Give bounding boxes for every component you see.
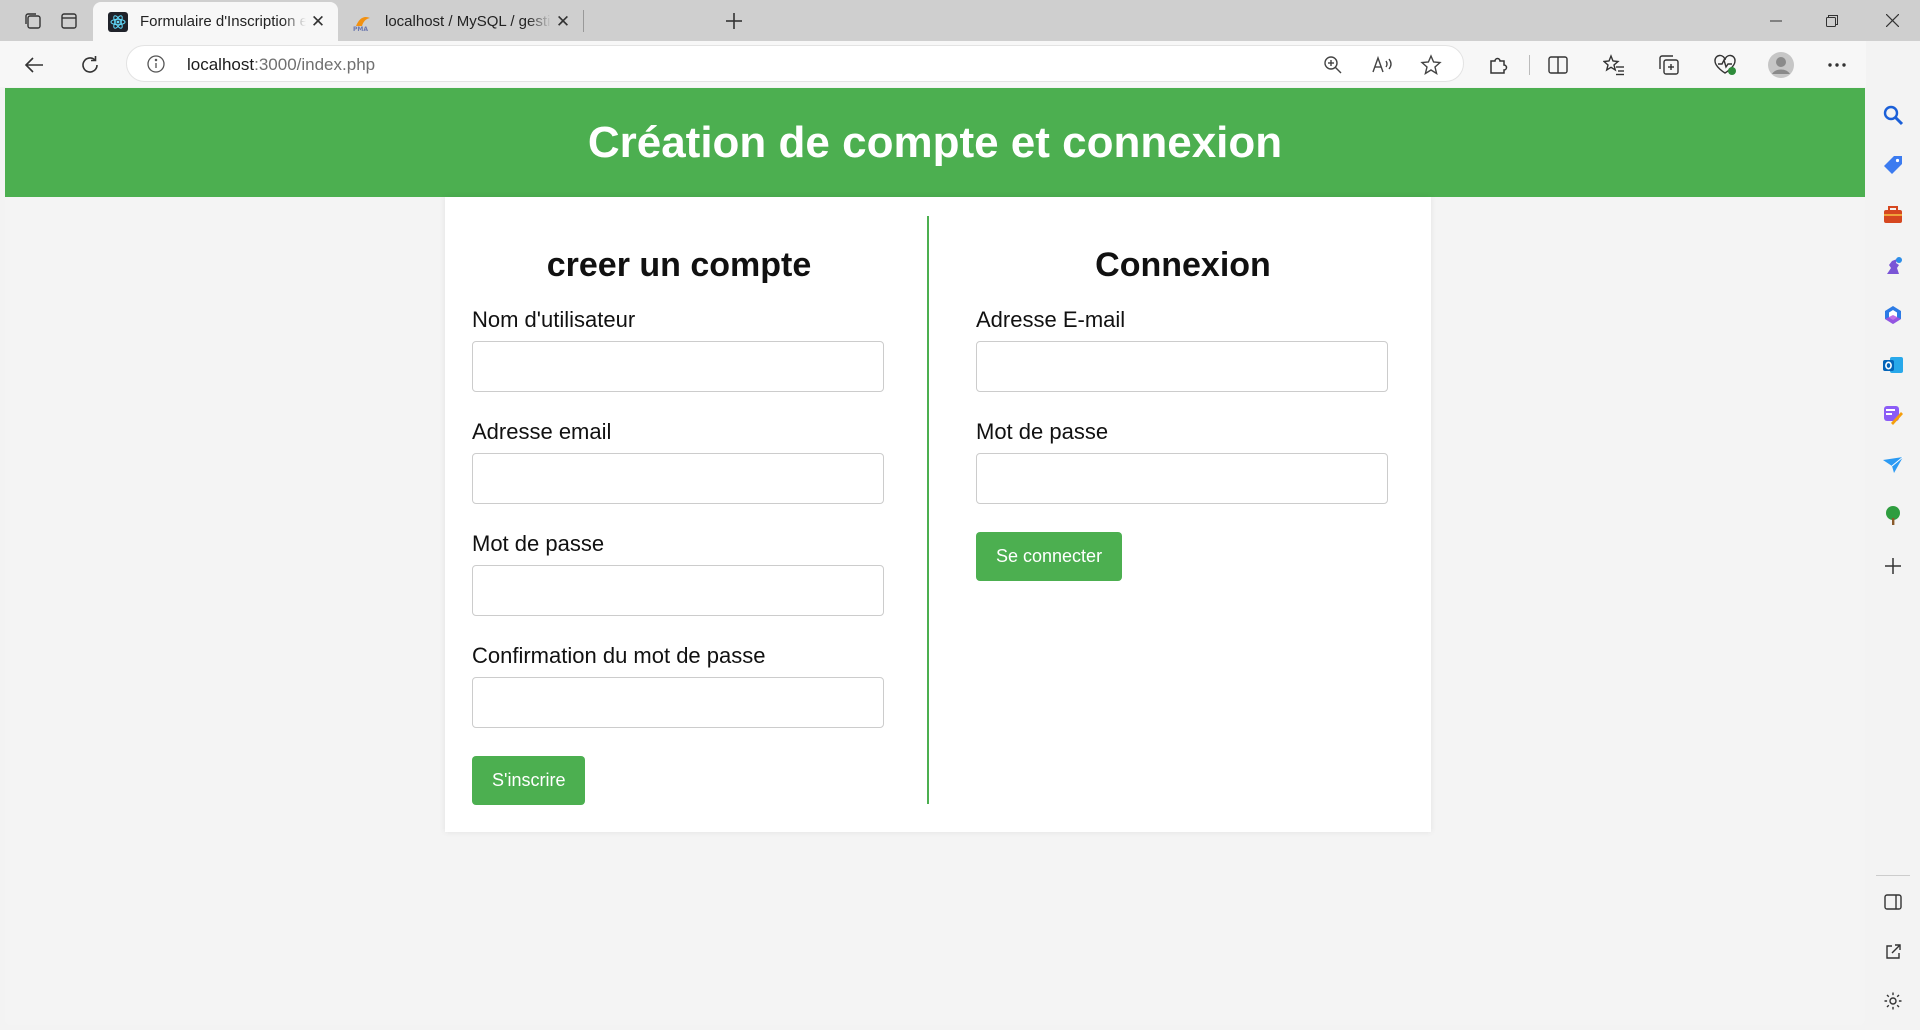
register-password-label: Mot de passe xyxy=(472,531,605,556)
login-title: Connexion xyxy=(1095,246,1271,284)
close-window-icon[interactable] xyxy=(1864,0,1920,41)
split-screen-icon[interactable] xyxy=(1541,48,1575,82)
register-email-label: Adresse email xyxy=(472,419,612,444)
svg-text:PMA: PMA xyxy=(353,26,368,32)
extensions-icon[interactable] xyxy=(1481,48,1515,82)
zoom-icon[interactable] xyxy=(1319,51,1347,79)
url-text[interactable]: localhost:3000/index.php xyxy=(187,55,375,75)
close-tab-icon[interactable]: ✕ xyxy=(306,10,330,34)
login-button[interactable]: Se connecter xyxy=(976,532,1123,581)
minimize-icon[interactable] xyxy=(1748,0,1804,41)
confirm-password-input[interactable] xyxy=(472,677,884,728)
page-title: Création de compte et connexion xyxy=(587,117,1283,167)
settings-gear-icon[interactable] xyxy=(1880,988,1906,1014)
profile-avatar[interactable] xyxy=(1764,48,1798,82)
page-header: Création de compte et connexion xyxy=(5,88,1865,197)
toolbar-separator xyxy=(1529,55,1530,75)
url-host: localhost xyxy=(187,55,255,74)
tools-briefcase-icon[interactable] xyxy=(1880,202,1906,228)
sidebar-separator xyxy=(1876,875,1910,876)
login-password-label: Mot de passe xyxy=(976,419,1109,444)
add-sidebar-app-icon[interactable] xyxy=(1880,553,1906,579)
designer-icon[interactable] xyxy=(1880,402,1906,428)
favorites-icon[interactable] xyxy=(1597,48,1631,82)
username-input[interactable] xyxy=(472,341,884,392)
workspaces-icon[interactable] xyxy=(18,6,48,36)
tab-strip: Formulaire d'Inscription et de Connexion… xyxy=(0,0,1920,41)
tab-inactive[interactable]: PMA localhost / MySQL / gestionentrepris… xyxy=(338,2,583,41)
login-email-label: Adresse E-mail xyxy=(976,307,1126,332)
restore-icon[interactable] xyxy=(1804,0,1860,41)
send-icon[interactable] xyxy=(1880,452,1906,478)
register-button[interactable]: S'inscrire xyxy=(472,756,586,805)
close-tab-icon[interactable]: ✕ xyxy=(551,10,575,34)
page-viewport: Création de compte et connexion creer un… xyxy=(5,88,1865,1025)
browser-essentials-icon[interactable] xyxy=(1708,48,1742,82)
open-external-icon[interactable] xyxy=(1880,939,1906,965)
username-label: Nom d'utilisateur xyxy=(472,307,636,332)
register-title: creer un compte xyxy=(546,246,812,284)
forms-card: creer un compte Nom d'utilisateur Adress… xyxy=(445,197,1431,832)
register-email-input[interactable] xyxy=(472,453,884,504)
confirm-password-label: Confirmation du mot de passe xyxy=(472,643,766,668)
tab-active[interactable]: Formulaire d'Inscription et de Connexion… xyxy=(93,2,338,41)
microsoft365-icon[interactable] xyxy=(1880,302,1906,328)
more-options-icon[interactable] xyxy=(1820,48,1854,82)
login-email-input[interactable] xyxy=(976,341,1388,392)
column-divider xyxy=(927,216,929,804)
back-icon[interactable] xyxy=(17,48,51,82)
favorite-star-icon[interactable] xyxy=(1417,51,1445,79)
browser-sidebar xyxy=(1866,41,1920,1030)
games-chess-icon[interactable] xyxy=(1880,252,1906,278)
url-path: :3000/index.php xyxy=(254,55,376,74)
new-tab-icon[interactable] xyxy=(719,6,749,36)
address-bar[interactable]: localhost:3000/index.php xyxy=(126,45,1464,82)
outlook-icon[interactable] xyxy=(1880,352,1906,378)
search-icon[interactable] xyxy=(1880,102,1906,128)
shopping-tag-icon[interactable] xyxy=(1880,152,1906,178)
collections-icon[interactable] xyxy=(1652,48,1686,82)
site-info-icon[interactable] xyxy=(145,53,167,75)
phpmyadmin-icon: PMA xyxy=(353,12,373,32)
tab-title: Formulaire d'Inscription et de Connexion xyxy=(140,13,306,30)
read-aloud-icon[interactable] xyxy=(1368,51,1396,79)
tab-title: localhost / MySQL / gestionentreprise xyxy=(385,13,551,30)
browser-toolbar: localhost:3000/index.php xyxy=(0,41,1920,87)
tree-icon[interactable] xyxy=(1880,502,1906,528)
login-password-input[interactable] xyxy=(976,453,1388,504)
tab-separator xyxy=(583,10,584,32)
tab-actions-icon[interactable] xyxy=(54,6,84,36)
hide-sidebar-icon[interactable] xyxy=(1880,889,1906,915)
react-icon xyxy=(108,11,128,32)
refresh-icon[interactable] xyxy=(73,48,107,82)
register-password-input[interactable] xyxy=(472,565,884,616)
